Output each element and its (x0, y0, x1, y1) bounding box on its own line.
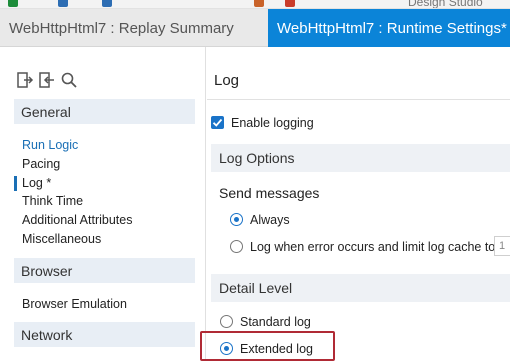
section-title: Log Options (219, 150, 295, 166)
edit-icon[interactable] (254, 0, 264, 7)
section-network[interactable]: Network (14, 322, 195, 347)
sidebar-item-pacing[interactable]: Pacing (22, 157, 60, 171)
design-studio-label[interactable]: Design Studio (408, 0, 483, 8)
top-toolbar: Design Studio (0, 0, 510, 9)
section-general[interactable]: General (14, 99, 195, 124)
send-messages-label: Send messages (219, 185, 320, 201)
undo-icon[interactable] (58, 0, 68, 7)
tab-replay-summary[interactable]: WebHttpHtml7 : Replay Summary (0, 9, 268, 47)
sidebar-item-think-time[interactable]: Think Time (22, 194, 83, 208)
enable-logging-label[interactable]: Enable logging (231, 116, 314, 130)
radio-standard-log-label[interactable]: Standard log (240, 315, 311, 329)
sidebar-item-additional-attributes[interactable]: Additional Attributes (22, 213, 133, 227)
detail-level-header: Detail Level (211, 274, 510, 302)
divider (207, 99, 510, 100)
radio-standard-log[interactable] (220, 315, 233, 328)
import-icon[interactable] (38, 71, 56, 89)
radio-log-on-error[interactable] (230, 240, 243, 253)
section-title: Browser (21, 262, 73, 279)
section-title: Detail Level (219, 280, 293, 296)
tab-label: WebHttpHtml7 : Replay Summary (9, 19, 234, 37)
play-icon[interactable] (285, 0, 295, 7)
extended-log-highlight (200, 331, 335, 361)
export-icon[interactable] (16, 71, 34, 89)
radio-always-label[interactable]: Always (250, 213, 290, 227)
save-icon[interactable] (8, 0, 18, 7)
search-icon[interactable] (60, 71, 78, 89)
sidebar-item-log[interactable]: Log * (22, 176, 51, 190)
enable-logging-checkbox[interactable] (211, 116, 224, 129)
sidebar-item-run-logic[interactable]: Run Logic (22, 138, 78, 152)
tab-label: WebHttpHtml7 : Runtime Settings* (277, 19, 507, 37)
page-title: Log (214, 72, 240, 89)
sidebar-item-miscellaneous[interactable]: Miscellaneous (22, 232, 101, 246)
selection-indicator (14, 176, 17, 191)
log-cache-input[interactable]: 1 (494, 236, 510, 256)
radio-log-on-error-label[interactable]: Log when error occurs and limit log cach… (250, 240, 495, 254)
log-options-header: Log Options (211, 144, 510, 172)
sidebar-item-browser-emulation[interactable]: Browser Emulation (22, 297, 127, 311)
tab-runtime-settings[interactable]: WebHttpHtml7 : Runtime Settings* (268, 9, 510, 47)
section-title: Network (21, 326, 73, 343)
sidebar-toolbar (16, 71, 78, 89)
radio-always[interactable] (230, 213, 243, 226)
checkmark-icon (212, 118, 223, 127)
section-browser[interactable]: Browser (14, 258, 195, 283)
tab-bar: WebHttpHtml7 : Replay Summary WebHttpHtm… (0, 9, 510, 47)
settings-sidebar: General Run Logic Pacing Log * Think Tim… (0, 47, 206, 359)
log-settings-panel: Log Enable logging Log Options Send mess… (207, 47, 510, 359)
redo-icon[interactable] (102, 0, 112, 7)
section-title: General (21, 103, 71, 120)
